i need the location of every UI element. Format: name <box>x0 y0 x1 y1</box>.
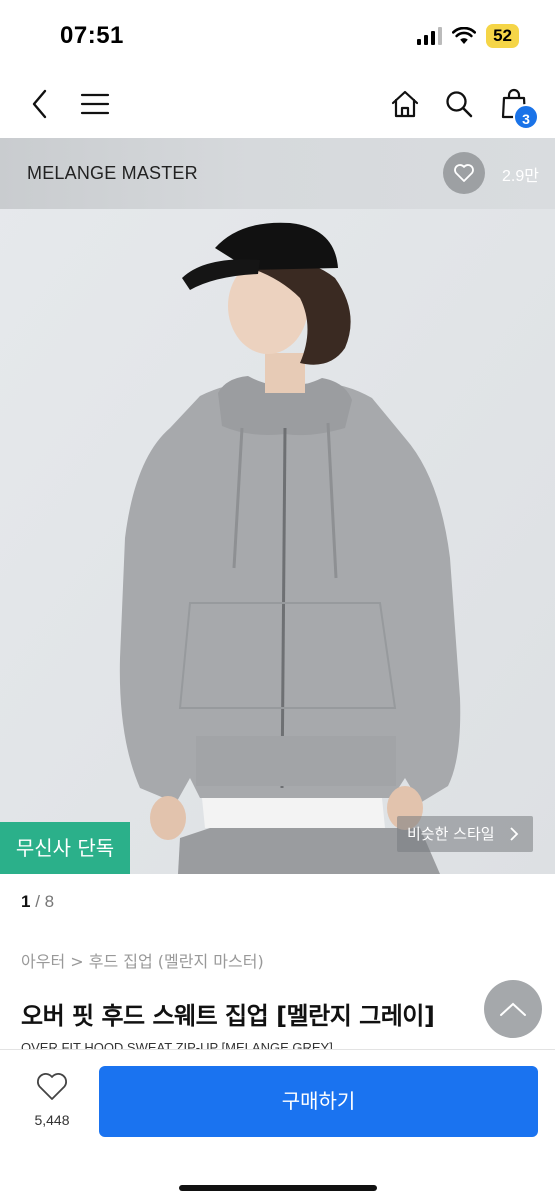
cart-count-badge[interactable]: 3 <box>513 104 539 130</box>
product-title: 오버 핏 후드 스웨트 집업 [멜란지 그레이] <box>21 1002 435 1030</box>
brand-like-button[interactable] <box>443 152 485 194</box>
hamburger-menu-icon <box>80 93 110 115</box>
brand-like-count: 2.9만 <box>502 168 539 185</box>
chevron-up-icon <box>500 1002 526 1016</box>
similar-style-button[interactable]: 비슷한 스타일 <box>397 816 533 852</box>
menu-button[interactable] <box>75 84 115 124</box>
top-nav-bar <box>0 72 555 138</box>
exclusive-badge: 무신사 단독 <box>0 822 130 874</box>
product-subtitle: OVER FIT HOOD SWEAT ZIP-UP [MELANGE GREY… <box>21 1040 333 1049</box>
wifi-icon <box>452 27 477 44</box>
heart-outline-icon <box>37 1073 67 1100</box>
cellular-signal-icon <box>417 27 443 45</box>
chevron-left-icon <box>32 89 47 119</box>
status-bar: 07:51 52 <box>0 0 555 72</box>
product-photo <box>0 138 555 874</box>
buy-button[interactable]: 구매하기 <box>99 1066 538 1137</box>
gallery-current-page: 1 <box>21 892 31 911</box>
wishlist-count: 5,448 <box>34 1112 70 1128</box>
gallery-separator: / <box>35 892 45 911</box>
status-time: 07:51 <box>60 22 124 49</box>
home-icon <box>391 90 419 118</box>
status-icons: 52 <box>417 24 519 48</box>
home-indicator[interactable] <box>179 1185 377 1191</box>
bottom-action-bar: 5,448 구매하기 <box>0 1049 555 1200</box>
scroll-to-top-button[interactable] <box>484 980 542 1038</box>
battery-indicator: 52 <box>486 24 519 48</box>
category-breadcrumb[interactable]: 아우터 > 후드 집업 (멜란지 마스터) <box>21 948 264 972</box>
brand-name[interactable]: MELANGE MASTER <box>27 163 198 184</box>
gallery-page-indicator: 1 / 8 <box>21 892 54 912</box>
product-image-carousel[interactable]: MELANGE MASTER 2.9만 <box>0 138 555 874</box>
back-button[interactable] <box>20 84 60 124</box>
search-icon <box>446 91 473 118</box>
heart-outline-icon <box>454 164 474 182</box>
search-button[interactable] <box>439 84 479 124</box>
chevron-right-icon <box>510 827 519 841</box>
wishlist-button[interactable]: 5,448 <box>22 1072 82 1136</box>
brand-strip[interactable]: MELANGE MASTER 2.9만 <box>0 138 555 209</box>
gallery-total-pages: 8 <box>44 892 55 911</box>
home-button[interactable] <box>385 84 425 124</box>
similar-style-label: 비슷한 스타일 <box>407 825 495 843</box>
